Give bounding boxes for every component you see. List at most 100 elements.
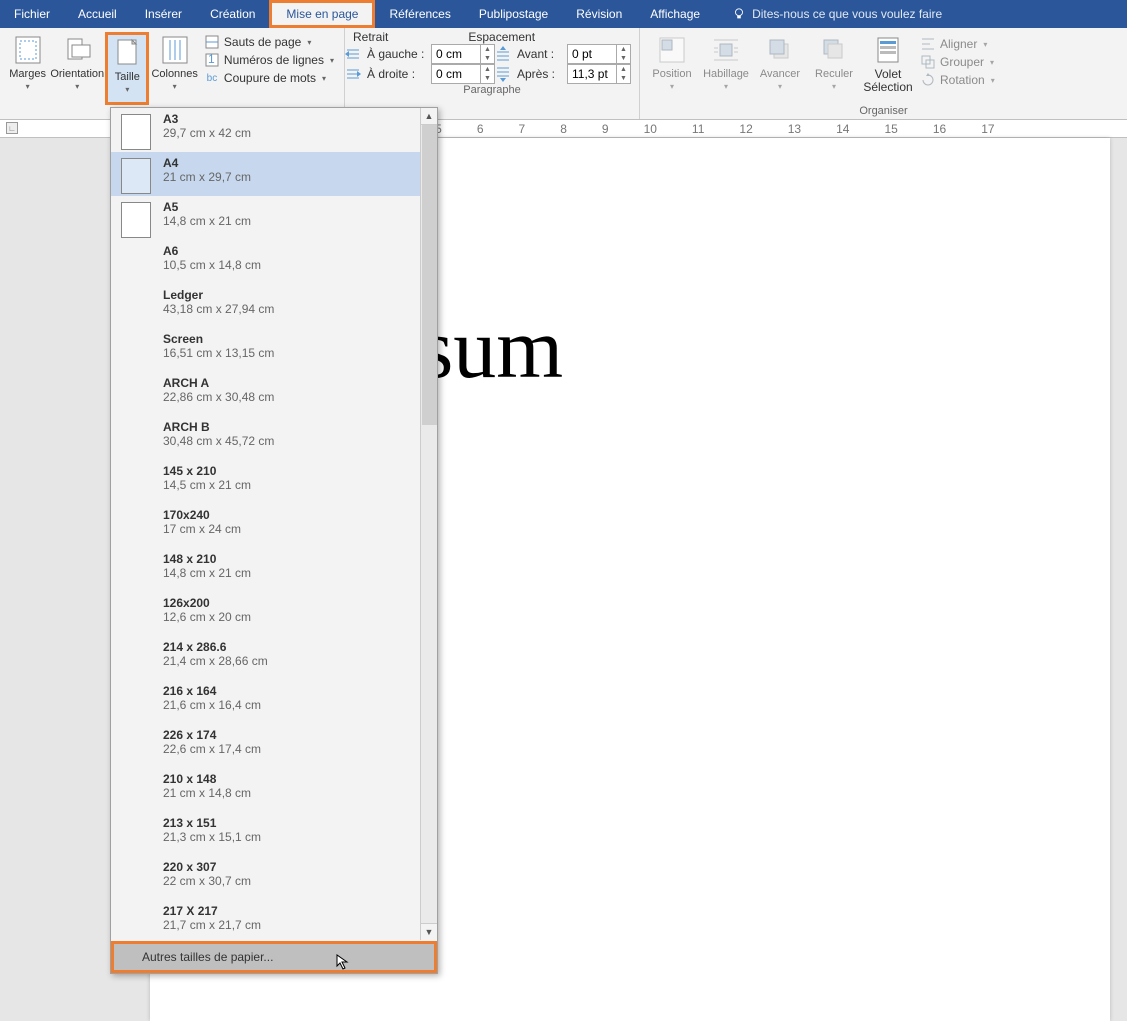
spacing-after-value[interactable]	[568, 67, 616, 81]
tab-selector[interactable]: ∟	[6, 122, 18, 134]
size-dim: 16,51 cm x 13,15 cm	[163, 346, 274, 360]
size-dim: 21,6 cm x 16,4 cm	[163, 698, 261, 712]
spin-down[interactable]: ▼	[616, 74, 630, 83]
selection-pane-button[interactable]: VoletSélection	[862, 32, 914, 105]
breaks-label: Sauts de page	[224, 35, 301, 49]
spin-down[interactable]: ▼	[616, 54, 630, 63]
size-option-a6[interactable]: A610,5 cm x 14,8 cm	[111, 240, 437, 284]
spin-up[interactable]: ▲	[616, 65, 630, 74]
caret-icon: ▾	[125, 85, 129, 94]
tab-design[interactable]: Création	[196, 0, 269, 28]
size-option-148-x-210[interactable]: 148 x 21014,8 cm x 21 cm	[111, 548, 437, 592]
breaks-button[interactable]: Sauts de page▾	[200, 34, 338, 50]
size-dim: 17 cm x 24 cm	[163, 522, 241, 536]
scroll-up-button[interactable]: ▲	[421, 108, 437, 125]
page-icon	[121, 114, 151, 150]
indent-right-value[interactable]	[432, 67, 480, 81]
spin-up[interactable]: ▲	[616, 45, 630, 54]
size-dim: 14,8 cm x 21 cm	[163, 566, 251, 580]
size-option-217-x-217[interactable]: 217 X 21721,7 cm x 21,7 cm	[111, 900, 437, 941]
size-dim: 12,6 cm x 20 cm	[163, 610, 251, 624]
indent-left-value[interactable]	[432, 47, 480, 61]
spin-up[interactable]: ▲	[480, 65, 494, 74]
orientation-button[interactable]: Orientation ▾	[51, 32, 103, 105]
size-option-arch-a[interactable]: ARCH A22,86 cm x 30,48 cm	[111, 372, 437, 416]
size-option-ledger[interactable]: Ledger43,18 cm x 27,94 cm	[111, 284, 437, 328]
tab-review[interactable]: Révision	[562, 0, 636, 28]
position-button[interactable]: Position▾	[646, 32, 698, 105]
margins-button[interactable]: Marges ▾	[6, 32, 49, 105]
indent-right-icon	[345, 66, 361, 82]
size-option-210-x-148[interactable]: 210 x 14821 cm x 14,8 cm	[111, 768, 437, 812]
breaks-icon	[205, 35, 219, 49]
indent-left-input[interactable]: ▲▼	[431, 44, 495, 64]
size-option-220-x-307[interactable]: 220 x 30722 cm x 30,7 cm	[111, 856, 437, 900]
orientation-icon	[62, 35, 92, 65]
spin-up[interactable]: ▲	[480, 45, 494, 54]
wrap-button[interactable]: Habillage▾	[700, 32, 752, 105]
tab-view[interactable]: Affichage	[636, 0, 714, 28]
size-option-126x200[interactable]: 126x20012,6 cm x 20 cm	[111, 592, 437, 636]
rotate-button[interactable]: Rotation▾	[916, 72, 999, 88]
size-dim: 21,7 cm x 21,7 cm	[163, 918, 261, 932]
size-option-a5[interactable]: A514,8 cm x 21 cm	[111, 196, 437, 240]
tab-insert[interactable]: Insérer	[131, 0, 196, 28]
spacing-header: Espacement	[468, 30, 535, 44]
align-button[interactable]: Aligner▾	[916, 36, 999, 52]
spacing-before-input[interactable]: ▲▼	[567, 44, 631, 64]
columns-button[interactable]: Colonnes ▾	[151, 32, 197, 105]
size-option-arch-b[interactable]: ARCH B30,48 cm x 45,72 cm	[111, 416, 437, 460]
size-option-145-x-210[interactable]: 145 x 21014,5 cm x 21 cm	[111, 460, 437, 504]
size-name: 214 x 286.6	[163, 640, 268, 654]
line-numbers-button[interactable]: 1 Numéros de lignes▾	[200, 52, 338, 68]
size-option-a4[interactable]: A421 cm x 29,7 cm	[111, 152, 437, 196]
spacing-after-input[interactable]: ▲▼	[567, 64, 631, 84]
size-option-a3[interactable]: A329,7 cm x 42 cm	[111, 108, 437, 152]
size-option-213-x-151[interactable]: 213 x 15121,3 cm x 15,1 cm	[111, 812, 437, 856]
more-paper-sizes-button[interactable]: Autres tailles de papier...	[111, 941, 437, 973]
size-name: Screen	[163, 332, 274, 346]
size-name: 213 x 151	[163, 816, 261, 830]
spin-down[interactable]: ▼	[480, 54, 494, 63]
size-dim: 21 cm x 14,8 cm	[163, 786, 251, 800]
size-dim: 22 cm x 30,7 cm	[163, 874, 251, 888]
scroll-thumb[interactable]	[422, 125, 437, 425]
spin-down[interactable]: ▼	[480, 74, 494, 83]
size-option-226-x-174[interactable]: 226 x 17422,6 cm x 17,4 cm	[111, 724, 437, 768]
paragraph-group-label: Paragraphe	[345, 84, 639, 98]
margins-icon	[14, 35, 42, 65]
backward-label: Reculer	[815, 68, 853, 80]
tab-references[interactable]: Références	[375, 0, 464, 28]
indent-right-input[interactable]: ▲▼	[431, 64, 495, 84]
scrollbar[interactable]: ▲ ▼	[420, 108, 437, 940]
size-button[interactable]: Taille ▾	[105, 32, 149, 105]
group-button[interactable]: Grouper▾	[916, 54, 999, 70]
scroll-down-button[interactable]: ▼	[421, 923, 437, 940]
forward-button[interactable]: Avancer▾	[754, 32, 806, 105]
indent-left-label: À gauche :	[367, 47, 425, 61]
indent-right-label: À droite :	[367, 67, 425, 81]
size-name: 148 x 210	[163, 552, 251, 566]
size-name: 210 x 148	[163, 772, 251, 786]
margins-label: Marges	[9, 68, 46, 80]
size-option-216-x-164[interactable]: 216 x 16421,6 cm x 16,4 cm	[111, 680, 437, 724]
size-option-screen[interactable]: Screen16,51 cm x 13,15 cm	[111, 328, 437, 372]
size-name: A3	[163, 112, 251, 126]
align-icon	[921, 37, 935, 51]
tell-me-search[interactable]: Dites-nous ce que vous voulez faire	[718, 0, 956, 28]
size-option-214-x-286.6[interactable]: 214 x 286.621,4 cm x 28,66 cm	[111, 636, 437, 680]
spacing-before-value[interactable]	[568, 47, 616, 61]
backward-button[interactable]: Reculer▾	[808, 32, 860, 105]
tab-home[interactable]: Accueil	[64, 0, 131, 28]
size-option-170x240[interactable]: 170x24017 cm x 24 cm	[111, 504, 437, 548]
tab-layout[interactable]: Mise en page	[269, 0, 375, 28]
cursor-icon	[336, 954, 352, 970]
group-label: Grouper	[940, 55, 984, 69]
size-name: A6	[163, 244, 261, 258]
hyphenation-button[interactable]: bc Coupure de mots▾	[200, 70, 338, 86]
tab-file[interactable]: Fichier	[0, 0, 64, 28]
size-name: 170x240	[163, 508, 241, 522]
tab-mailings[interactable]: Publipostage	[465, 0, 562, 28]
wrap-icon	[712, 36, 740, 64]
indent-header: Retrait	[353, 30, 388, 44]
